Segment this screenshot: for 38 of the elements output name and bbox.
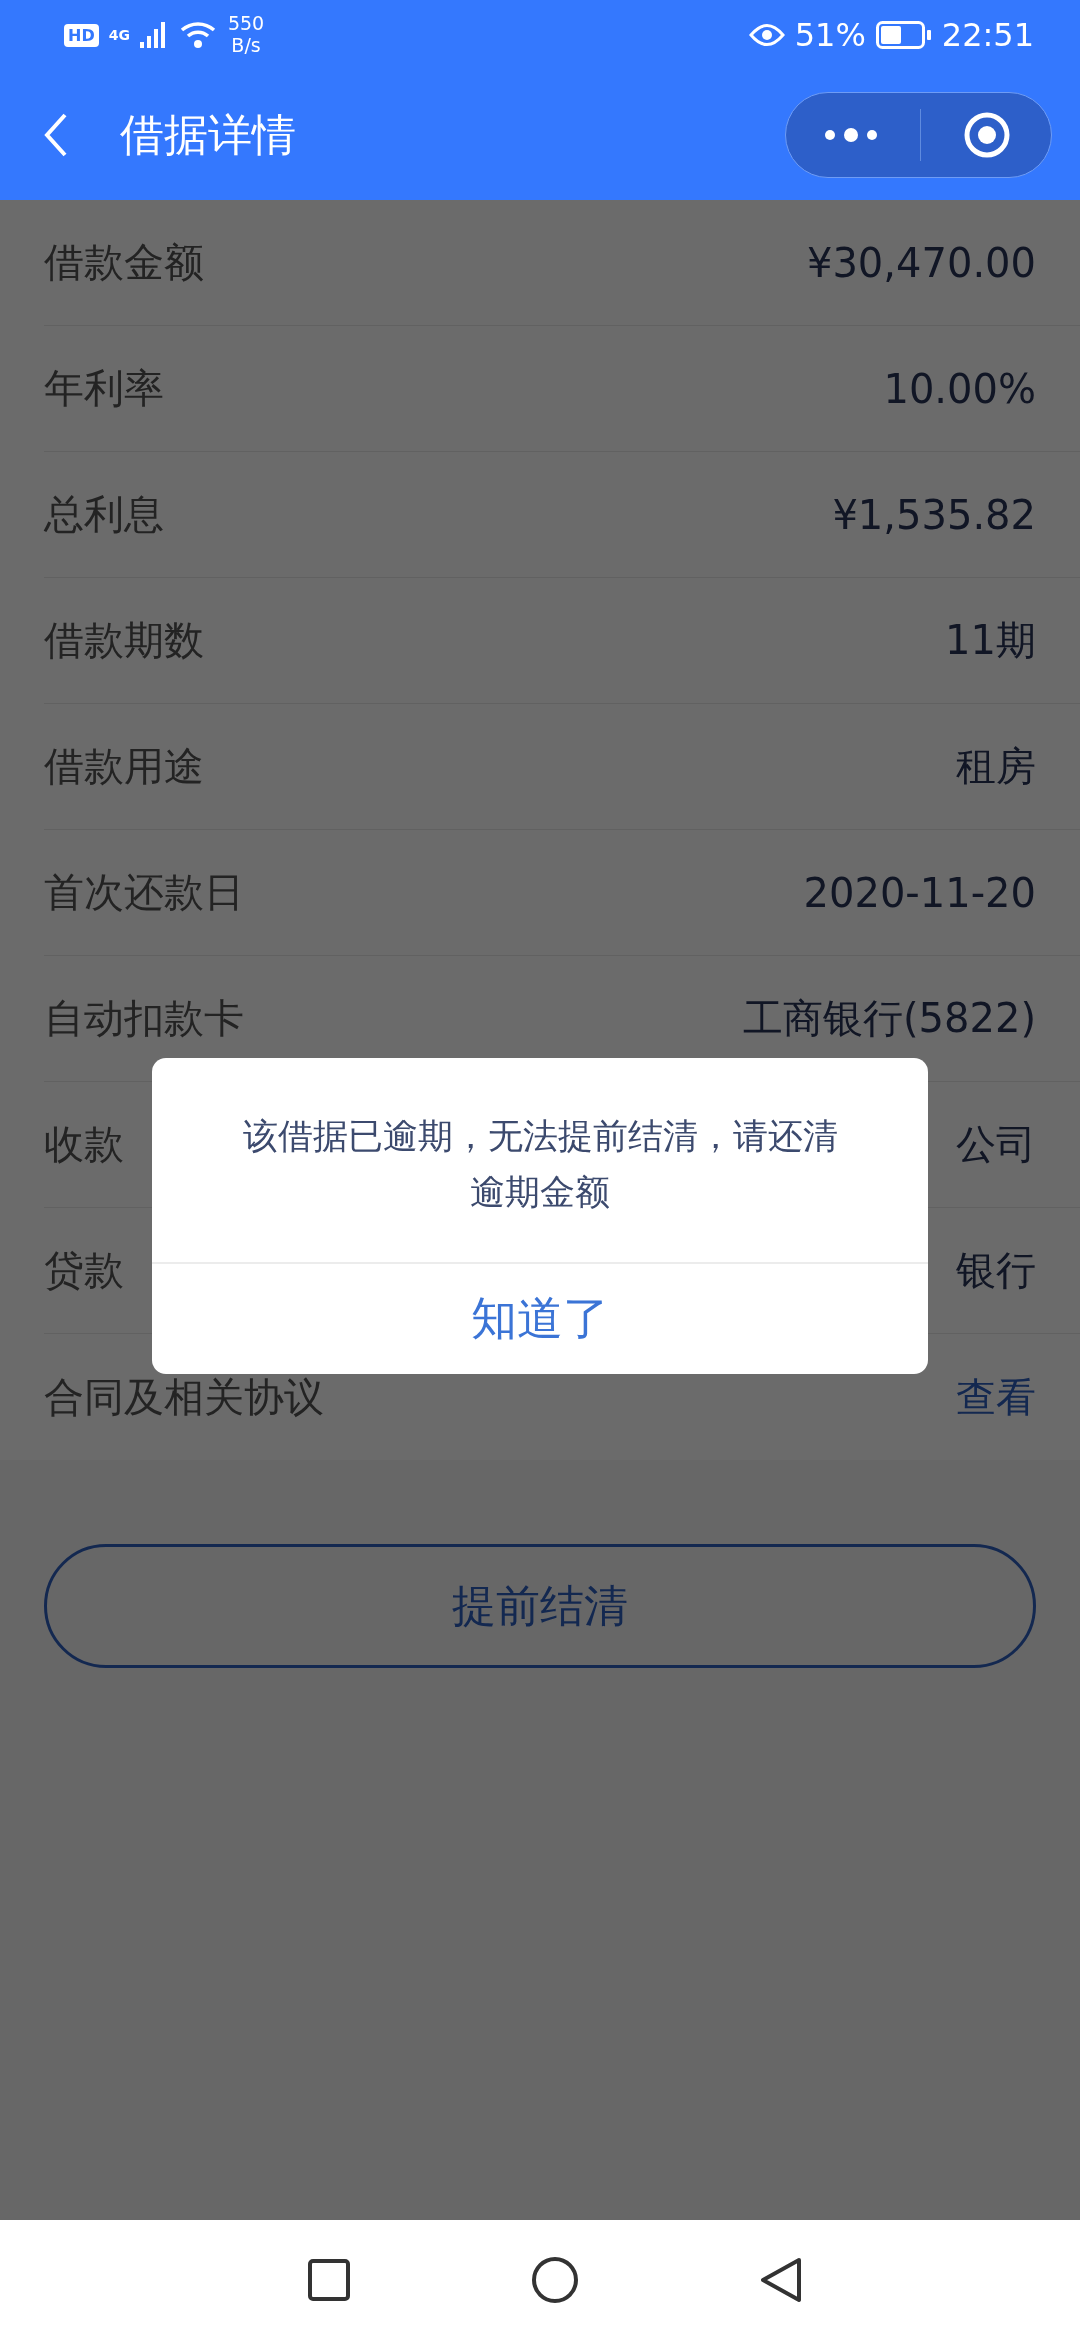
field-value: 2020-11-20 [803, 869, 1036, 916]
field-label: 收款 [44, 1120, 124, 1169]
field-value: 公司 [956, 1120, 1036, 1169]
field-value: 工商银行(5822) [743, 994, 1036, 1043]
home-icon[interactable] [531, 2256, 579, 2304]
field-value: 租房 [956, 742, 1036, 791]
back-nav-icon[interactable] [759, 2256, 803, 2304]
page-title: 借据详情 [120, 107, 297, 162]
eye-icon [748, 22, 785, 48]
field-label: 自动扣款卡 [44, 994, 244, 1043]
hd-icon: HD [64, 23, 99, 47]
field-value: 银行 [956, 1246, 1036, 1295]
dialog-message: 该借据已逾期，无法提前结清，请还清逾期金额 [152, 1058, 928, 1264]
network-type: 4G [108, 27, 130, 44]
field-label: 借款金额 [44, 238, 204, 287]
settle-button[interactable]: 提前结清 [44, 1544, 1036, 1668]
field-label: 总利息 [44, 490, 164, 539]
field-label: 合同及相关协议 [44, 1372, 324, 1422]
speed-value: 550 [227, 13, 265, 35]
clock: 22:51 [941, 16, 1034, 54]
field-value: ¥30,470.00 [806, 239, 1036, 286]
back-icon[interactable] [44, 113, 68, 157]
speed-unit: B/s [231, 35, 261, 57]
field-value: 10.00% [883, 365, 1036, 412]
field-value: 11期 [945, 616, 1036, 665]
battery-percent: 51% [794, 16, 866, 54]
view-link[interactable]: 查看 [956, 1369, 1036, 1425]
field-label: 借款用途 [44, 742, 204, 791]
battery-icon [875, 21, 932, 49]
ok-button[interactable]: 知道了 [152, 1264, 928, 1374]
field-label: 年利率 [44, 364, 164, 413]
recent-apps-icon[interactable] [307, 2258, 351, 2302]
field-label: 贷款 [44, 1246, 124, 1295]
wifi-icon [179, 20, 218, 50]
field-label: 首次还款日 [44, 868, 244, 917]
field-label: 借款期数 [44, 616, 204, 665]
more-icon[interactable] [824, 127, 878, 143]
field-value: ¥1,535.82 [832, 491, 1036, 538]
